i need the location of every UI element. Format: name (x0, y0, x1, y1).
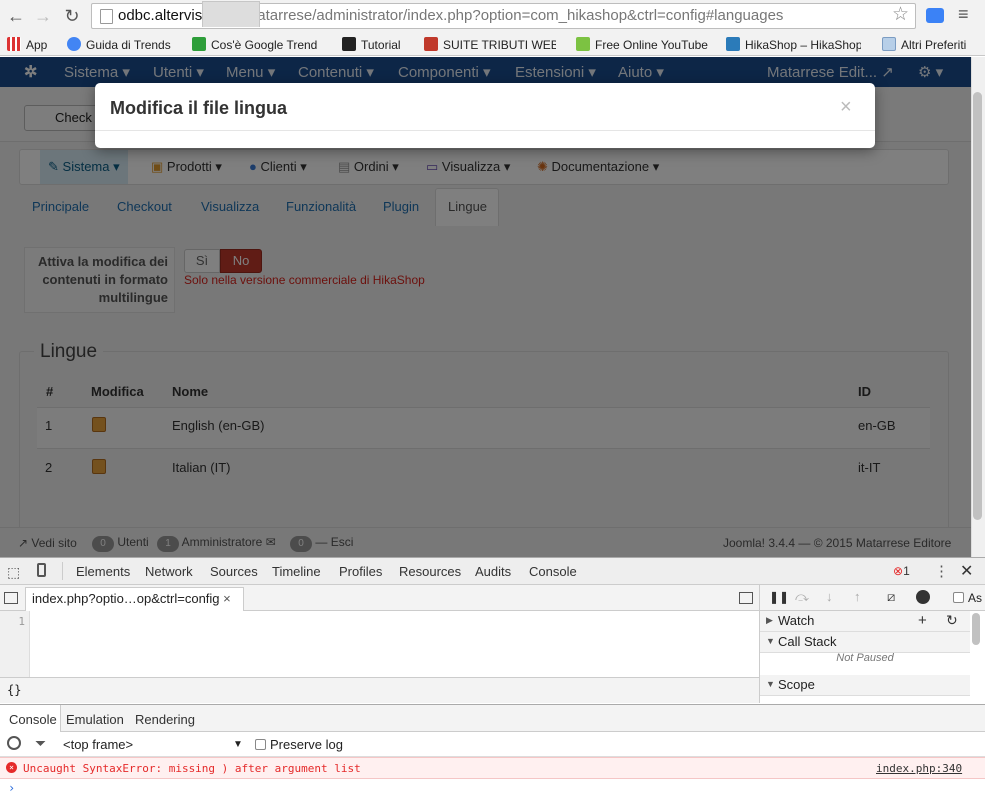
preserve-log-checkbox[interactable]: Preserve log (255, 737, 343, 752)
expand-triangle-icon: ▶ (766, 615, 773, 625)
modal-close-icon[interactable]: × (840, 96, 852, 119)
pause-exceptions-icon[interactable] (916, 590, 930, 604)
close-tab-icon[interactable]: × (223, 591, 231, 606)
file-tab[interactable]: index.php?optio…op&ctrl=config × (25, 587, 244, 611)
frame-select[interactable]: <top frame> ▼ (63, 737, 243, 752)
edit-language-modal: Modifica il file lingua × (95, 83, 875, 148)
scope-pane[interactable]: ▼ Scope (760, 675, 970, 696)
bookmark-trends[interactable]: Guida di Trends (67, 36, 171, 54)
tributi-icon (424, 37, 438, 51)
tab-network[interactable]: Network (145, 564, 193, 579)
call-stack-pane[interactable]: ▼ Call Stack (760, 632, 970, 653)
not-paused-label: Not Paused (836, 652, 894, 664)
tab-console[interactable]: Console (529, 564, 577, 579)
checkbox-icon (255, 739, 266, 750)
clear-console-icon[interactable] (7, 736, 21, 750)
tab-profiles[interactable]: Profiles (339, 564, 382, 579)
debugger-toolbar (760, 585, 985, 611)
drawer-tabbar: Console Emulation Rendering (0, 704, 985, 732)
page-icon (100, 9, 113, 24)
more-icon[interactable]: ⋮ (934, 562, 949, 580)
bookmark-altri-preferiti[interactable]: Altri Preferiti (882, 36, 966, 54)
apps-icon (7, 37, 21, 51)
console-prompt[interactable]: › (8, 781, 15, 794)
reload-icon[interactable]: ↻ (61, 5, 83, 27)
tab-sources[interactable]: Sources (210, 564, 258, 579)
bookmark-tutorial[interactable]: Tutorial (342, 36, 401, 54)
error-icon: × (6, 762, 17, 773)
divider (62, 562, 63, 580)
watch-pane[interactable]: ▶ Watch (760, 611, 970, 632)
refresh-watch-icon[interactable]: ↻ (946, 612, 958, 629)
n-icon (192, 37, 206, 51)
star-icon[interactable]: ☆ (892, 3, 909, 26)
google-icon (67, 37, 81, 51)
drawer-tab-rendering[interactable]: Rendering (135, 712, 195, 727)
page-scrollbar-thumb[interactable] (973, 92, 982, 520)
drawer-tab-emulation[interactable]: Emulation (66, 712, 124, 727)
tab-resources[interactable]: Resources (399, 564, 461, 579)
hikashop-icon (726, 37, 740, 51)
async-checkbox[interactable]: As (953, 591, 982, 605)
step-out-icon[interactable]: ↑ (854, 589, 861, 604)
navigator-toggle-icon[interactable] (4, 592, 18, 604)
add-watch-icon[interactable]: + (918, 612, 927, 629)
collapse-triangle-icon: ▼ (766, 679, 775, 689)
pause-icon[interactable]: ❚❚ (769, 590, 789, 604)
pretty-print-button[interactable]: {} (0, 677, 759, 703)
active-tab-bg (202, 1, 260, 27)
modal-divider (95, 130, 875, 131)
debugger-toggle-icon[interactable] (739, 592, 753, 604)
folder-icon (882, 37, 896, 51)
back-icon[interactable]: ← (5, 5, 27, 27)
deactivate-breakpoints-icon[interactable]: ⧄ (887, 589, 895, 605)
extension-icon[interactable] (926, 8, 944, 23)
tab-timeline[interactable]: Timeline (272, 564, 321, 579)
url-path: /matarrese/administrator/index.php?optio… (240, 7, 784, 24)
sidebar-scrollbar[interactable] (972, 613, 980, 645)
step-into-icon[interactable]: ↓ (826, 589, 833, 604)
drawer-tab-console[interactable]: Console (9, 712, 57, 727)
console-error-row: × Uncaught SyntaxError: missing ) after … (0, 757, 985, 779)
checkbox-icon (953, 592, 964, 603)
bookmark-tributi[interactable]: SUITE TRIBUTI WEB (424, 36, 556, 54)
tab-audits[interactable]: Audits (475, 564, 511, 579)
forward-icon[interactable]: → (32, 5, 54, 27)
menu-icon[interactable]: ≡ (958, 4, 969, 25)
error-icon: ⊗ (893, 564, 904, 578)
device-icon[interactable] (37, 563, 46, 577)
code-editor[interactable] (0, 611, 759, 677)
modal-title: Modifica il file lingua (110, 98, 288, 118)
filter-icon[interactable]: ⏷ (35, 735, 46, 752)
inspect-icon[interactable]: ⬚ (7, 564, 20, 581)
line-gutter: 1 (0, 611, 30, 677)
close-devtools-icon[interactable]: ✕ (960, 561, 973, 581)
error-source-link[interactable]: index.php:340 (876, 762, 962, 775)
error-counter[interactable]: ⊗1 (893, 564, 910, 578)
bookmark-hikashop[interactable]: HikaShop – HikaShop (726, 36, 861, 54)
tutorial-icon (342, 37, 356, 51)
bookmark-google-trend[interactable]: Cos'è Google Trend (192, 36, 324, 54)
error-message: Uncaught SyntaxError: missing ) after ar… (23, 762, 361, 775)
bookmark-apps[interactable]: App (7, 36, 47, 54)
dropdown-arrow-icon: ▼ (233, 739, 243, 750)
step-over-icon[interactable]: ⤼ (795, 589, 809, 605)
collapse-triangle-icon: ▼ (766, 636, 775, 646)
tab-elements[interactable]: Elements (76, 564, 130, 579)
bookmark-youtube[interactable]: Free Online YouTube (576, 36, 708, 54)
download-icon (576, 37, 590, 51)
